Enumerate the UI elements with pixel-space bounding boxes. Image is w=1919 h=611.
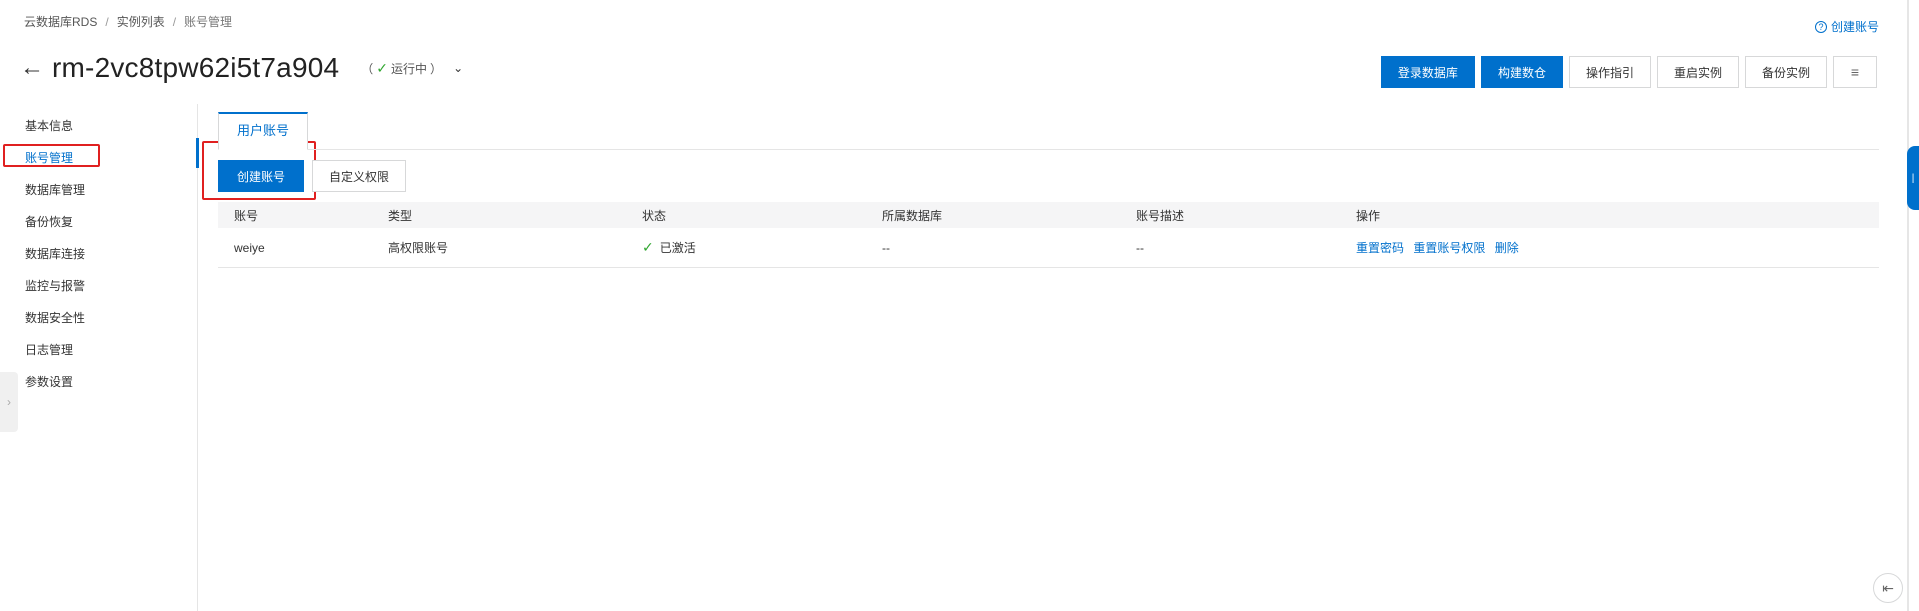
breadcrumb-rds[interactable]: 云数据库RDS: [24, 13, 97, 30]
breadcrumb-separator: /: [172, 14, 177, 29]
breadcrumb-account-management: 账号管理: [184, 15, 233, 29]
column-header-status: 状态: [642, 208, 667, 223]
reset-permissions-link[interactable]: 重置账号权限: [1413, 241, 1485, 255]
cell-status: ✓ 已激活: [642, 239, 882, 256]
column-header-description: 账号描述: [1136, 208, 1185, 223]
accounts-table: 账号 类型 状态 所属数据库 账号描述 操作 weiye 高权限账号 ✓ 已激活…: [218, 202, 1879, 268]
feedback-icon[interactable]: ⇤: [1873, 573, 1903, 603]
chevron-right-icon: ›: [7, 395, 11, 409]
chevron-down-icon: ⌄: [453, 61, 464, 75]
sidebar-item-account-management[interactable]: 账号管理: [0, 146, 197, 170]
instance-actions: 登录数据库 构建数仓 操作指引 重启实例 备份实例 ≡: [1380, 56, 1877, 88]
cell-account: weiye: [234, 240, 265, 255]
sidebar-item-monitoring-alerts[interactable]: 监控与报警: [0, 274, 197, 298]
check-icon: ✓: [376, 59, 389, 76]
cell-database: --: [882, 240, 890, 255]
sidebar-item-log-management[interactable]: 日志管理: [0, 338, 197, 362]
status-text: 运行中: [391, 61, 428, 76]
list-icon[interactable]: ≡: [1833, 56, 1877, 88]
help-create-account-link[interactable]: ? 创建账号: [1814, 18, 1879, 35]
breadcrumb: 云数据库RDS / 实例列表 / 账号管理: [24, 13, 232, 30]
instance-status-dropdown[interactable]: （ ✓ 运行中 ） ⌄: [361, 60, 463, 77]
status-paren-close: ）: [430, 61, 443, 76]
sidebar-nav: 基本信息 账号管理 数据库管理 备份恢复 数据库连接 监控与报警 数据安全性 日…: [0, 104, 199, 611]
build-warehouse-button[interactable]: 构建数仓: [1480, 56, 1563, 88]
help-link-label: 创建账号: [1830, 20, 1879, 34]
column-header-operations: 操作: [1356, 208, 1381, 223]
breadcrumb-separator: /: [105, 14, 109, 29]
column-header-account: 账号: [234, 208, 259, 223]
question-icon: ?: [1814, 20, 1827, 33]
table-row: weiye 高权限账号 ✓ 已激活 -- -- 重置密码 重置账号权限 删除: [218, 228, 1879, 268]
backup-instance-button[interactable]: 备份实例: [1744, 56, 1827, 88]
sidebar-item-parameter-settings[interactable]: 参数设置: [0, 370, 197, 394]
operation-guide-button[interactable]: 操作指引: [1568, 56, 1651, 88]
restart-instance-button[interactable]: 重启实例: [1656, 56, 1739, 88]
cell-operations: 重置密码 重置账号权限 删除: [1356, 239, 1756, 256]
sidebar-item-basic-info[interactable]: 基本信息: [0, 114, 197, 138]
sidebar-active-indicator: [196, 138, 199, 168]
tab-bar: 用户账号: [218, 112, 1879, 150]
sidebar-item-data-security[interactable]: 数据安全性: [0, 306, 197, 330]
back-arrow-icon[interactable]: ←: [20, 56, 44, 80]
side-panel-toggle[interactable]: |: [1907, 146, 1919, 210]
panel-handle-icon: |: [1911, 172, 1915, 184]
sidebar-item-database-management[interactable]: 数据库管理: [0, 178, 197, 202]
page-title: rm-2vc8tpw62i5t7a904: [52, 52, 340, 83]
breadcrumb-instance-list[interactable]: 实例列表: [117, 13, 165, 30]
page-scrollbar[interactable]: [1907, 0, 1909, 611]
status-paren-open: （: [361, 61, 374, 76]
account-toolbar: 创建账号 自定义权限: [218, 160, 407, 192]
status-text: 已激活: [659, 241, 696, 255]
cell-description: --: [1136, 240, 1144, 255]
delete-link[interactable]: 删除: [1495, 241, 1519, 255]
create-account-button[interactable]: 创建账号: [218, 160, 305, 192]
main-content: 用户账号 创建账号 自定义权限 账号 类型 状态 所属数据库 账号描述 操作 w…: [218, 112, 1879, 268]
tab-user-accounts[interactable]: 用户账号: [218, 112, 309, 150]
column-header-type: 类型: [388, 208, 413, 223]
sidebar-item-database-connection[interactable]: 数据库连接: [0, 242, 197, 266]
column-header-database: 所属数据库: [882, 208, 943, 223]
sidebar-item-backup-restore[interactable]: 备份恢复: [0, 210, 197, 234]
check-icon: ✓: [642, 239, 654, 255]
custom-permissions-button[interactable]: 自定义权限: [312, 160, 407, 192]
sidebar-collapse-tab[interactable]: ›: [0, 372, 18, 432]
reset-password-link[interactable]: 重置密码: [1356, 241, 1404, 255]
page-title-row: ← rm-2vc8tpw62i5t7a904 （ ✓ 运行中 ） ⌄: [20, 52, 463, 84]
table-header: 账号 类型 状态 所属数据库 账号描述 操作: [218, 202, 1879, 228]
login-database-button[interactable]: 登录数据库: [1380, 56, 1475, 88]
cell-type: 高权限账号: [388, 241, 449, 255]
